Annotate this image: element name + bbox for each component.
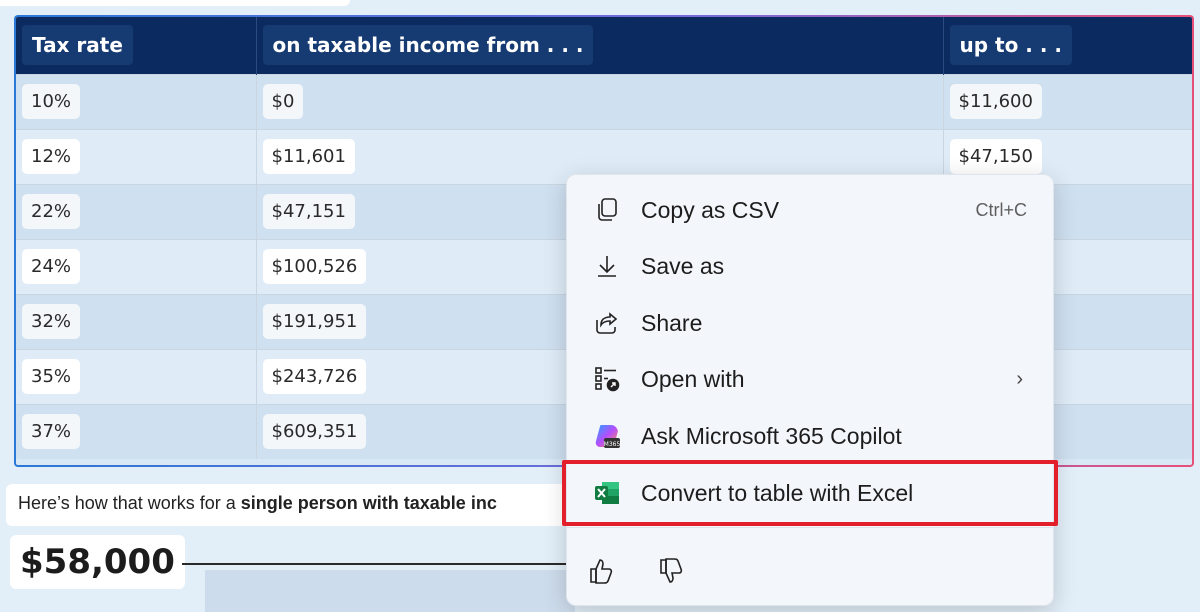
from-value: $0 [262,84,304,119]
explanation-text: Here’s how that works for a single perso… [6,484,586,526]
menu-item-label: Share [641,309,703,336]
chevron-right-icon: › [1016,367,1023,390]
cell-rate: 22% [16,183,257,239]
menu-item-share[interactable]: Share [567,298,1053,348]
svg-text:M365: M365 [604,441,621,448]
table-header-row: Tax rate on taxable income from . . . up… [16,17,1192,74]
from-value: $100,526 [262,249,367,284]
income-amount: $58,000 [10,535,185,589]
thumbs-down-button[interactable] [651,553,691,593]
shortcut-label: Ctrl+C [975,199,1027,220]
menu-item-label: Copy as CSV [641,196,780,223]
rate-value: 37% [22,414,81,450]
context-menu: Copy as CSV Ctrl+C Save as Share Open wi… [566,174,1054,606]
timeline-line [182,563,582,565]
thumbs-up-button[interactable] [581,553,621,593]
to-value: $47,150 [949,139,1042,174]
cell-rate: 24% [16,238,257,294]
menu-item-open-with[interactable]: Open with › [567,354,1053,404]
rate-value: 22% [22,194,81,229]
from-value: $47,151 [262,194,355,229]
menu-item-label: Save as [641,252,725,279]
bottom-bar [205,570,575,612]
cell-to: $11,600 [943,73,1192,129]
header-label: on taxable income from . . . [262,25,594,66]
table-row: 10% $0 $11,600 [16,73,1192,129]
menu-item-save-as[interactable]: Save as [567,241,1053,291]
menu-item-copy-csv[interactable]: Copy as CSV Ctrl+C [567,185,1053,235]
explanation-prefix: Here’s how that works for a [18,493,241,513]
share-icon [593,309,621,337]
cell-rate: 32% [16,293,257,349]
from-value: $11,601 [262,139,355,174]
from-value: $609,351 [262,414,367,450]
from-value: $243,726 [262,359,367,394]
download-icon [593,252,621,280]
menu-divider [567,527,1053,528]
header-up-to: up to . . . [943,17,1192,74]
thumbs-down-icon [658,557,684,589]
top-strip [0,0,350,6]
cell-rate: 37% [16,403,257,459]
copy-icon [593,196,621,224]
thumbs-up-icon [588,557,614,589]
cell-rate: 10% [16,73,257,129]
header-label: up to . . . [949,25,1072,66]
copilot-icon: M365 [593,422,621,450]
header-income-from: on taxable income from . . . [256,17,944,74]
rate-value: 32% [22,304,81,339]
from-value: $191,951 [262,304,367,339]
menu-item-ask-copilot[interactable]: M365 Ask Microsoft 365 Copilot [567,411,1053,461]
menu-item-label: Open with [641,365,745,392]
cell-rate: 35% [16,348,257,404]
header-tax-rate: Tax rate [16,17,257,74]
menu-item-label: Ask Microsoft 365 Copilot [641,422,902,449]
cell-from: $0 [256,73,944,129]
rate-value: 24% [22,249,81,284]
rate-value: 12% [22,139,81,174]
highlight-box [562,460,1058,526]
rate-value: 10% [22,84,81,119]
to-value: $11,600 [949,84,1042,119]
rate-value: 35% [22,359,81,394]
cell-rate: 12% [16,128,257,184]
open-with-icon [593,365,621,393]
header-label: Tax rate [22,25,133,66]
explanation-bold: single person with taxable inc [240,493,497,513]
